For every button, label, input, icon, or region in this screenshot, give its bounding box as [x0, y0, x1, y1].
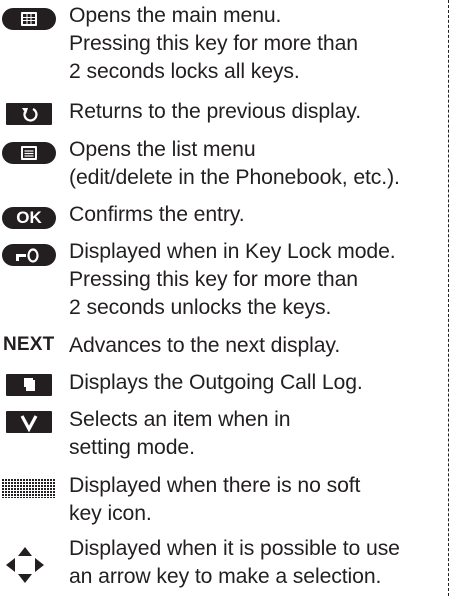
entry-ok-text: Confirms the entry. [69, 201, 444, 229]
ok-key-icon: OK [2, 207, 56, 229]
description-line: Displayed when there is no soft [69, 474, 361, 497]
arrow-key-icon [2, 545, 58, 585]
description-line: (edit/delete in the Phonebook, etc.). [69, 166, 400, 189]
no-soft-key-icon [2, 476, 58, 500]
description-line: Opens the list menu [69, 138, 256, 161]
outgoing-call-log-key-icon [6, 374, 52, 396]
next-key-icon: NEXT [2, 334, 58, 360]
entry-outgoing-call-log-text: Displays the Outgoing Call Log. [69, 369, 444, 397]
description-line: Displays the Outgoing Call Log. [69, 371, 363, 394]
entry-back-text: Returns to the previous display. [69, 98, 444, 126]
description-line: Displayed when in Key Lock mode. [69, 240, 396, 263]
description-line: an arrow key to make a selection. [69, 565, 382, 588]
description-line: key icon. [69, 502, 152, 525]
description-line: Selects an item when in [69, 408, 291, 431]
dashed-cut-line [448, 0, 449, 596]
soft-key-icon-reference: Opens the main menu. Pressing this key f… [0, 0, 453, 596]
entry-list-menu-text: Opens the list menu (edit/delete in the … [69, 136, 444, 192]
next-key-label: NEXT [3, 334, 55, 355]
description-line: Displayed when it is possible to use [69, 537, 400, 560]
entry-no-soft-key-text: Displayed when there is no soft key icon… [69, 472, 444, 528]
description-line: Returns to the previous display. [69, 100, 362, 123]
ok-key-label: OK [16, 208, 42, 227]
description-line: Pressing this key for more than [69, 268, 358, 291]
description-line: Opens the main menu. [69, 4, 282, 27]
list-menu-key-icon [2, 142, 56, 164]
entry-main-menu-text: Opens the main menu. Pressing this key f… [69, 2, 444, 86]
entry-key-lock-text: Displayed when in Key Lock mode. Pressin… [69, 238, 444, 322]
main-menu-key-icon [2, 8, 56, 30]
entry-select-text: Selects an item when in setting mode. [69, 406, 444, 462]
select-check-key-icon [6, 411, 52, 433]
entry-arrow-key-text: Displayed when it is possible to use an … [69, 535, 444, 591]
description-line: setting mode. [69, 436, 195, 459]
description-line: Advances to the next display. [69, 334, 341, 357]
description-line: 2 seconds locks all keys. [69, 60, 300, 83]
back-key-icon [6, 103, 52, 125]
description-line: 2 seconds unlocks the keys. [69, 296, 332, 319]
key-lock-icon [2, 244, 56, 266]
description-line: Confirms the entry. [69, 203, 245, 226]
description-line: Pressing this key for more than [69, 32, 358, 55]
entry-next-text: Advances to the next display. [69, 332, 444, 360]
